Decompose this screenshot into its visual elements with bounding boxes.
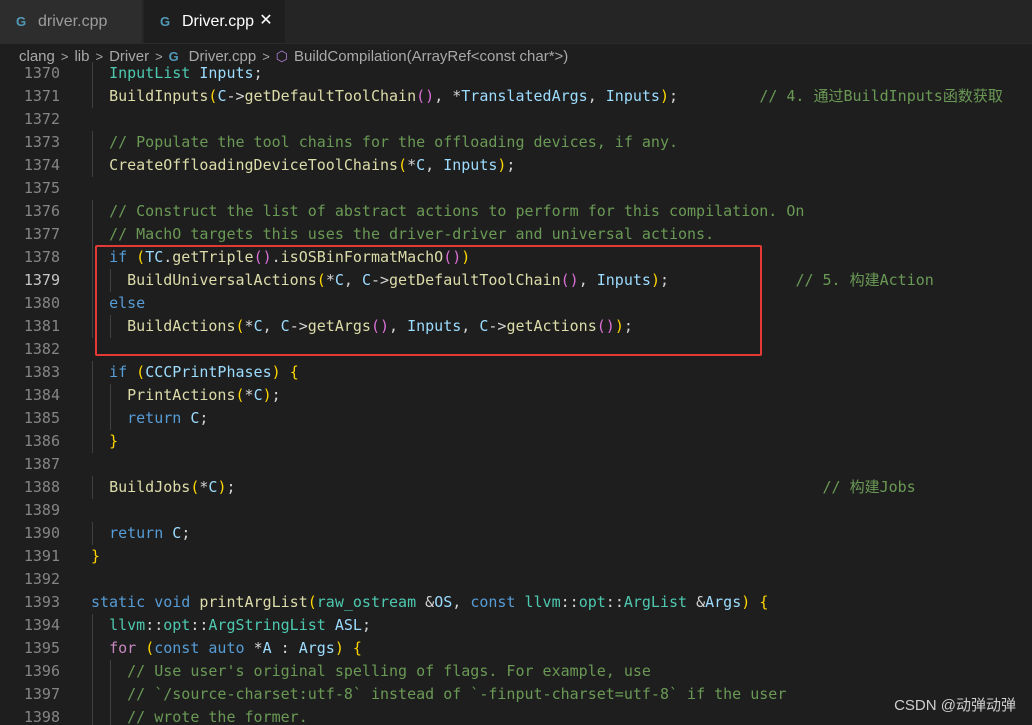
tab-driver-cpp-active[interactable]: G Driver.cpp ✕ [144, 0, 286, 43]
code-line[interactable]: 1383 if (CCCPrintPhases) { [0, 361, 1032, 384]
code-text: llvm::opt::ArgStringList ASL; [109, 616, 371, 634]
line-number: 1382 [23, 340, 60, 358]
code-line[interactable]: 1388 BuildJobs(*C); // 构建Jobs [0, 476, 1032, 499]
code-line[interactable]: 1373 // Populate the tool chains for the… [0, 131, 1032, 154]
code-line[interactable]: 1370 InputList Inputs; [0, 62, 1032, 85]
code-line[interactable]: 1377 // MachO targets this uses the driv… [0, 223, 1032, 246]
line-number: 1384 [23, 386, 60, 404]
code-line[interactable]: 1396 // Use user's original spelling of … [0, 660, 1032, 683]
line-number: 1371 [23, 87, 60, 105]
line-number: 1395 [23, 639, 60, 657]
code-text: return C; [127, 409, 209, 427]
close-icon[interactable]: ✕ [257, 12, 275, 30]
line-number: 1396 [23, 662, 60, 680]
code-text: // wrote the former. [127, 708, 308, 725]
line-number: 1397 [23, 685, 60, 703]
code-line[interactable]: 1372 [0, 108, 1032, 131]
code-line[interactable]: 1395 for (const auto *A : Args) { [0, 637, 1032, 660]
line-number: 1383 [23, 363, 60, 381]
line-number: 1392 [23, 570, 60, 588]
line-number: 1389 [23, 501, 60, 519]
code-text: // `/source-charset:utf-8` instead of `-… [127, 685, 787, 703]
tab-label: driver.cpp [38, 12, 108, 30]
code-text: for (const auto *A : Args) { [109, 639, 362, 657]
code-text: if (CCCPrintPhases) { [109, 363, 299, 381]
line-number: 1378 [23, 248, 60, 266]
line-number: 1379 [23, 271, 60, 289]
code-text: PrintActions(*C); [127, 386, 281, 404]
cpp-file-icon: G [16, 13, 27, 29]
line-number: 1387 [23, 455, 60, 473]
code-line[interactable]: 1371 BuildInputs(C->getDefaultToolChain(… [0, 85, 1032, 108]
tab-driver-cpp-lower[interactable]: G driver.cpp [0, 0, 143, 43]
code-editor[interactable]: 1370 InputList Inputs; 1371 BuildInputs(C… [0, 62, 1032, 725]
line-number: 1375 [23, 179, 60, 197]
line-number: 1377 [23, 225, 60, 243]
cpp-file-icon: G [160, 13, 171, 29]
editor-tab-bar: G driver.cpp G Driver.cpp ✕ [0, 0, 1032, 44]
line-number: 1374 [23, 156, 60, 174]
code-text: static void printArgList(raw_ostream &OS… [91, 593, 769, 611]
line-number: 1373 [23, 133, 60, 151]
code-line[interactable]: 1389 [0, 499, 1032, 522]
code-line[interactable]: 1391} [0, 545, 1032, 568]
line-number: 1394 [23, 616, 60, 634]
line-number: 1393 [23, 593, 60, 611]
code-text: BuildInputs(C->getDefaultToolChain(), *T… [109, 87, 1003, 105]
watermark: CSDN @动弹动弹 [894, 697, 1016, 714]
code-line[interactable]: 1374 CreateOffloadingDeviceToolChains(*C… [0, 154, 1032, 177]
code-line[interactable]: 1387 [0, 453, 1032, 476]
code-line[interactable]: 1375 [0, 177, 1032, 200]
line-number: 1391 [23, 547, 60, 565]
annotation-highlight-box [95, 245, 762, 356]
line-number: 1372 [23, 110, 60, 128]
code-line[interactable]: 1385 return C; [0, 407, 1032, 430]
line-number: 1386 [23, 432, 60, 450]
line-number: 1370 [23, 64, 60, 82]
line-number: 1380 [23, 294, 60, 312]
code-text: return C; [109, 524, 191, 542]
line-number: 1398 [23, 708, 60, 725]
code-line[interactable]: 1376 // Construct the list of abstract a… [0, 200, 1032, 223]
code-line[interactable]: 1394 llvm::opt::ArgStringList ASL; [0, 614, 1032, 637]
code-text: } [91, 547, 101, 565]
code-text: } [109, 432, 119, 450]
line-number: 1385 [23, 409, 60, 427]
line-number: 1388 [23, 478, 60, 496]
code-line[interactable]: 1397 // `/source-charset:utf-8` instead … [0, 683, 1032, 706]
line-number: 1381 [23, 317, 60, 335]
code-line[interactable]: 1390 return C; [0, 522, 1032, 545]
tab-label: Driver.cpp [182, 12, 255, 30]
line-number: 1376 [23, 202, 60, 220]
code-line[interactable]: 1398 // wrote the former. [0, 706, 1032, 725]
code-text: // Construct the list of abstract action… [109, 202, 805, 220]
code-text: InputList Inputs; [109, 64, 263, 82]
code-text: // Use user's original spelling of flags… [127, 662, 651, 680]
code-text: CreateOffloadingDeviceToolChains(*C, Inp… [109, 156, 516, 174]
code-line[interactable]: 1393 static void printArgList(raw_ostream… [0, 591, 1032, 614]
code-line[interactable]: 1384 PrintActions(*C); [0, 384, 1032, 407]
line-number: 1390 [23, 524, 60, 542]
code-line[interactable]: 1386 } [0, 430, 1032, 453]
code-text: // Populate the tool chains for the offl… [109, 133, 679, 151]
code-text: // MachO targets this uses the driver-dr… [109, 225, 715, 243]
code-line[interactable]: 1392 [0, 568, 1032, 591]
code-text: BuildJobs(*C); // 构建Jobs [109, 478, 916, 496]
